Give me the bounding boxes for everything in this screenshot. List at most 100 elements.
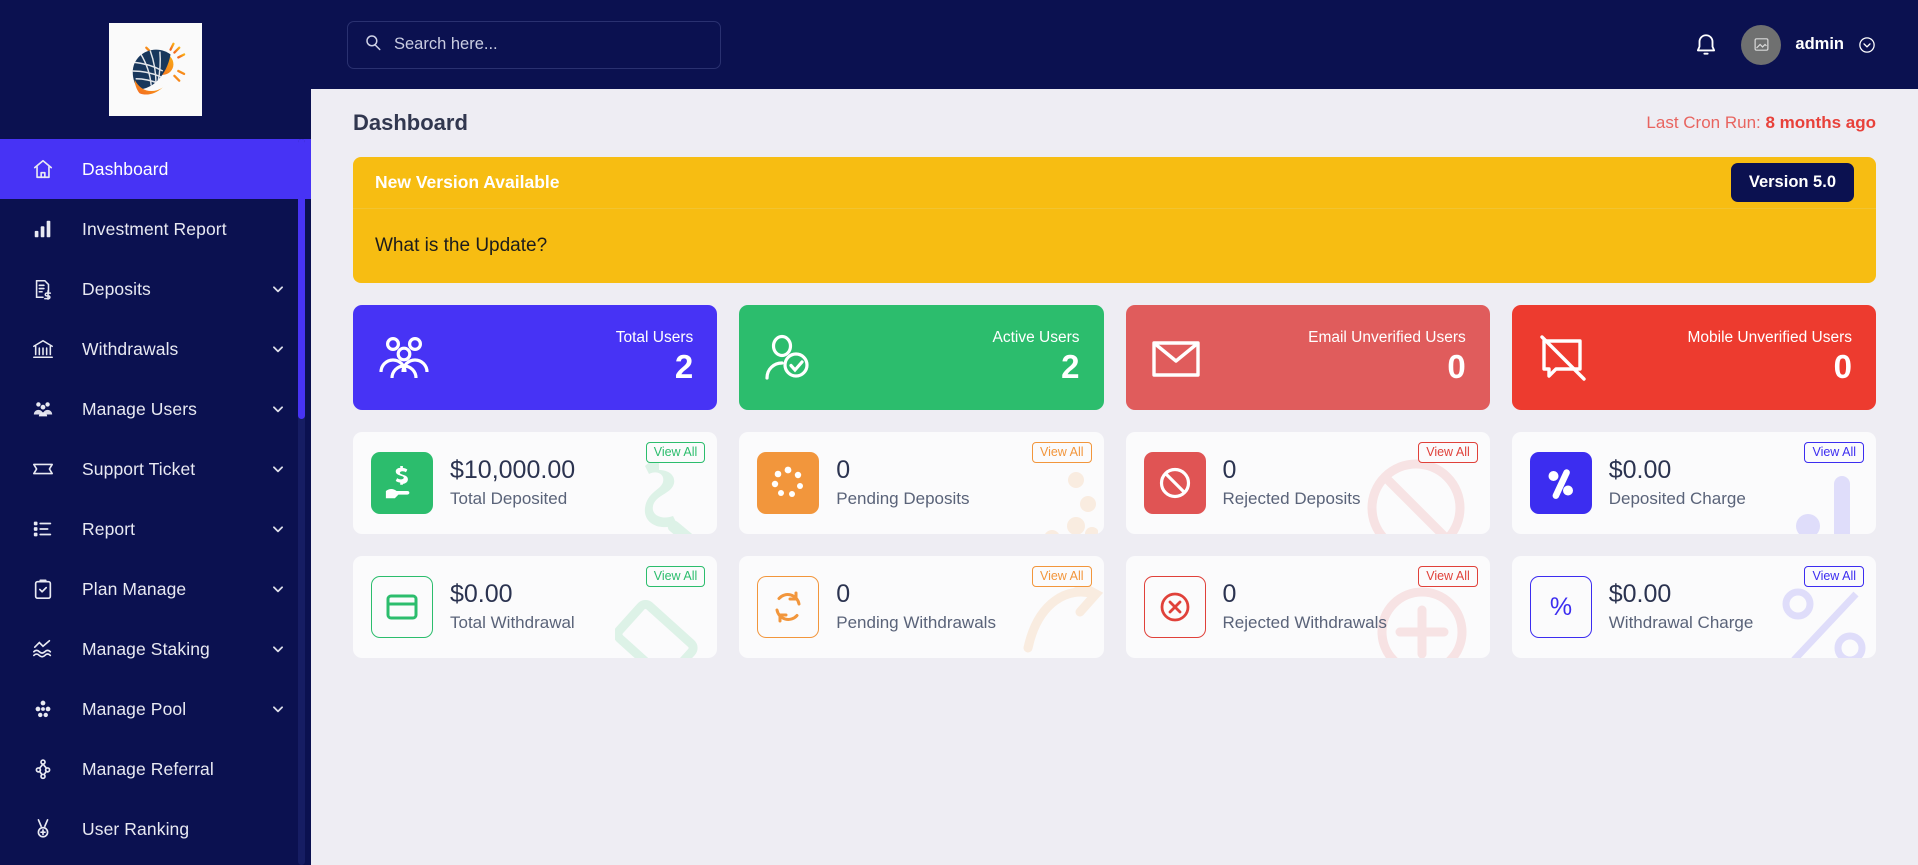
clipboard-check-icon [30, 576, 56, 602]
chevron-down-icon [271, 522, 285, 536]
sidebar-scrollbar-thumb[interactable] [298, 139, 305, 419]
sidebar-item-support-ticket[interactable]: Support Ticket [0, 439, 311, 499]
view-all-link[interactable]: View All [1418, 442, 1478, 463]
ban-watermark-icon [1364, 456, 1468, 534]
stat-value: 0 [1833, 348, 1852, 386]
card-label: Pending Deposits [836, 489, 970, 509]
sidebar-logo-area [0, 0, 311, 139]
percent-watermark-icon [1776, 578, 1872, 658]
sidebar-item-label: Withdrawals [82, 338, 179, 359]
stat-value: 2 [674, 348, 694, 386]
chevron-down-icon [271, 702, 285, 716]
card-value: $0.00 [1608, 580, 1672, 609]
avatar [1741, 24, 1782, 65]
version-badge[interactable]: Version 5.0 [1730, 163, 1854, 202]
card-label: Rejected Deposits [1222, 489, 1361, 509]
card-value: 0 [836, 580, 851, 609]
stat-card-total-users[interactable]: Total Users 2 [353, 305, 718, 410]
stats-row: Total Users 2 Active Users 2 Email Unver… [353, 305, 1876, 410]
sidebar-item-label: Manage Users [82, 398, 198, 419]
brand-logo[interactable] [109, 23, 202, 116]
stat-label: Total Users [615, 329, 694, 346]
stat-card-active-users[interactable]: Active Users 2 [739, 305, 1104, 410]
sidebar-item-deposits[interactable]: Deposits [0, 259, 311, 319]
sidebar-item-manage-referral[interactable]: Manage Referral [0, 739, 311, 799]
view-all-link[interactable]: View All [1031, 566, 1092, 587]
sidebar-item-withdrawals[interactable]: Withdrawals [0, 319, 311, 379]
sidebar-item-plan-manage[interactable]: Plan Manage [0, 559, 311, 619]
sidebar-item-manage-users[interactable]: Manage Users [0, 379, 311, 439]
chevron-down-circle-icon[interactable] [1858, 36, 1876, 54]
home-icon [30, 156, 56, 182]
bar-chart-icon [30, 216, 56, 242]
banner-header: New Version Available Version 5.0 [353, 157, 1876, 209]
refresh-icon [757, 576, 820, 638]
card-label: Deposited Charge [1608, 489, 1746, 509]
view-all-link[interactable]: View All [645, 566, 706, 587]
sidebar-item-label: Support Ticket [82, 458, 196, 479]
sidebar-item-label: Manage Referral [82, 758, 214, 779]
sidebar-nav: Dashboard Investment Report Deposits Wit… [0, 139, 311, 859]
sidebar-item-report[interactable]: Report [0, 499, 311, 559]
admin-dashboard: Dashboard Investment Report Deposits Wit… [0, 0, 1918, 865]
view-all-link[interactable]: View All [1418, 566, 1478, 587]
medal-icon [30, 816, 56, 842]
hand-cash-icon [371, 452, 433, 514]
solar-sun-logo-icon [132, 40, 186, 95]
sidebar-item-dashboard[interactable]: Dashboard [0, 139, 311, 199]
view-all-link[interactable]: View All [645, 442, 706, 463]
spinner-dots-icon [757, 452, 820, 514]
card-icon [371, 576, 433, 638]
card-value: 0 [836, 456, 851, 485]
view-all-link[interactable]: View All [1804, 442, 1864, 463]
search-container[interactable] [347, 20, 721, 69]
sidebar-item-label: Manage Staking [82, 638, 210, 659]
chevron-down-icon [271, 402, 285, 416]
search-icon [364, 33, 382, 56]
sidebar-item-manage-staking[interactable]: Manage Staking [0, 619, 311, 679]
sidebar-item-investment-report[interactable]: Investment Report [0, 199, 311, 259]
card-total-withdrawal[interactable]: $0.00 Total Withdrawal View All [353, 556, 718, 658]
sidebar-item-manage-pool[interactable]: Manage Pool [0, 679, 311, 739]
sidebar-item-user-ranking[interactable]: User Ranking [0, 799, 311, 859]
card-withdrawal-charge[interactable]: % $0.00 Withdrawal Charge View All [1511, 556, 1876, 658]
card-value: $0.00 [1608, 456, 1672, 485]
chevron-down-icon [271, 642, 285, 656]
stat-card-email-unverified-users[interactable]: Email Unverified Users 0 [1125, 305, 1490, 410]
card-label: Total Withdrawal [450, 613, 575, 633]
sidebar-item-label: Investment Report [82, 218, 227, 239]
card-rejected-deposits[interactable]: 0 Rejected Deposits View All [1125, 432, 1490, 534]
deposit-cards-row: $10,000.00 Total Deposited View All 0 Pe… [353, 432, 1876, 534]
view-all-link[interactable]: View All [1031, 442, 1092, 463]
users-group-icon [377, 336, 431, 380]
card-pending-withdrawals[interactable]: 0 Pending Withdrawals View All [739, 556, 1104, 658]
bell-icon[interactable] [1693, 30, 1719, 60]
card-pending-deposits[interactable]: 0 Pending Deposits View All [739, 432, 1104, 534]
card-total-deposited[interactable]: $10,000.00 Total Deposited View All [353, 432, 718, 534]
card-deposited-charge[interactable]: $0.00 Deposited Charge View All [1511, 432, 1876, 534]
card-rejected-withdrawals[interactable]: 0 Rejected Withdrawals View All [1125, 556, 1490, 658]
envelope-icon [1150, 337, 1202, 379]
sidebar-item-label: Manage Pool [82, 698, 187, 719]
card-value: 0 [1222, 580, 1237, 609]
view-all-link[interactable]: View All [1804, 566, 1864, 587]
sidebar-item-label: User Ranking [82, 818, 190, 839]
search-input[interactable] [394, 35, 704, 54]
bars-watermark-icon [1776, 456, 1858, 534]
stat-card-mobile-unverified-users[interactable]: Mobile Unverified Users 0 [1511, 305, 1876, 410]
invoice-dollar-icon [30, 276, 56, 302]
cron-label: Last Cron Run: [1646, 113, 1766, 132]
sidebar-scrollbar-track[interactable] [298, 139, 305, 865]
sidebar-item-label: Plan Manage [82, 578, 187, 599]
user-menu[interactable]: admin [1741, 24, 1876, 65]
ban-icon [1143, 452, 1206, 514]
ticket-icon [30, 456, 56, 482]
page-header: Dashboard Last Cron Run: 8 months ago [353, 89, 1876, 157]
stat-value: 2 [1061, 348, 1080, 386]
cron-value: 8 months ago [1765, 113, 1876, 132]
card-watermark-icon [615, 580, 711, 658]
chevron-down-icon [271, 342, 285, 356]
list-icon [30, 516, 56, 542]
bank-icon [30, 336, 56, 362]
page-body: Dashboard Last Cron Run: 8 months ago Ne… [311, 89, 1918, 865]
